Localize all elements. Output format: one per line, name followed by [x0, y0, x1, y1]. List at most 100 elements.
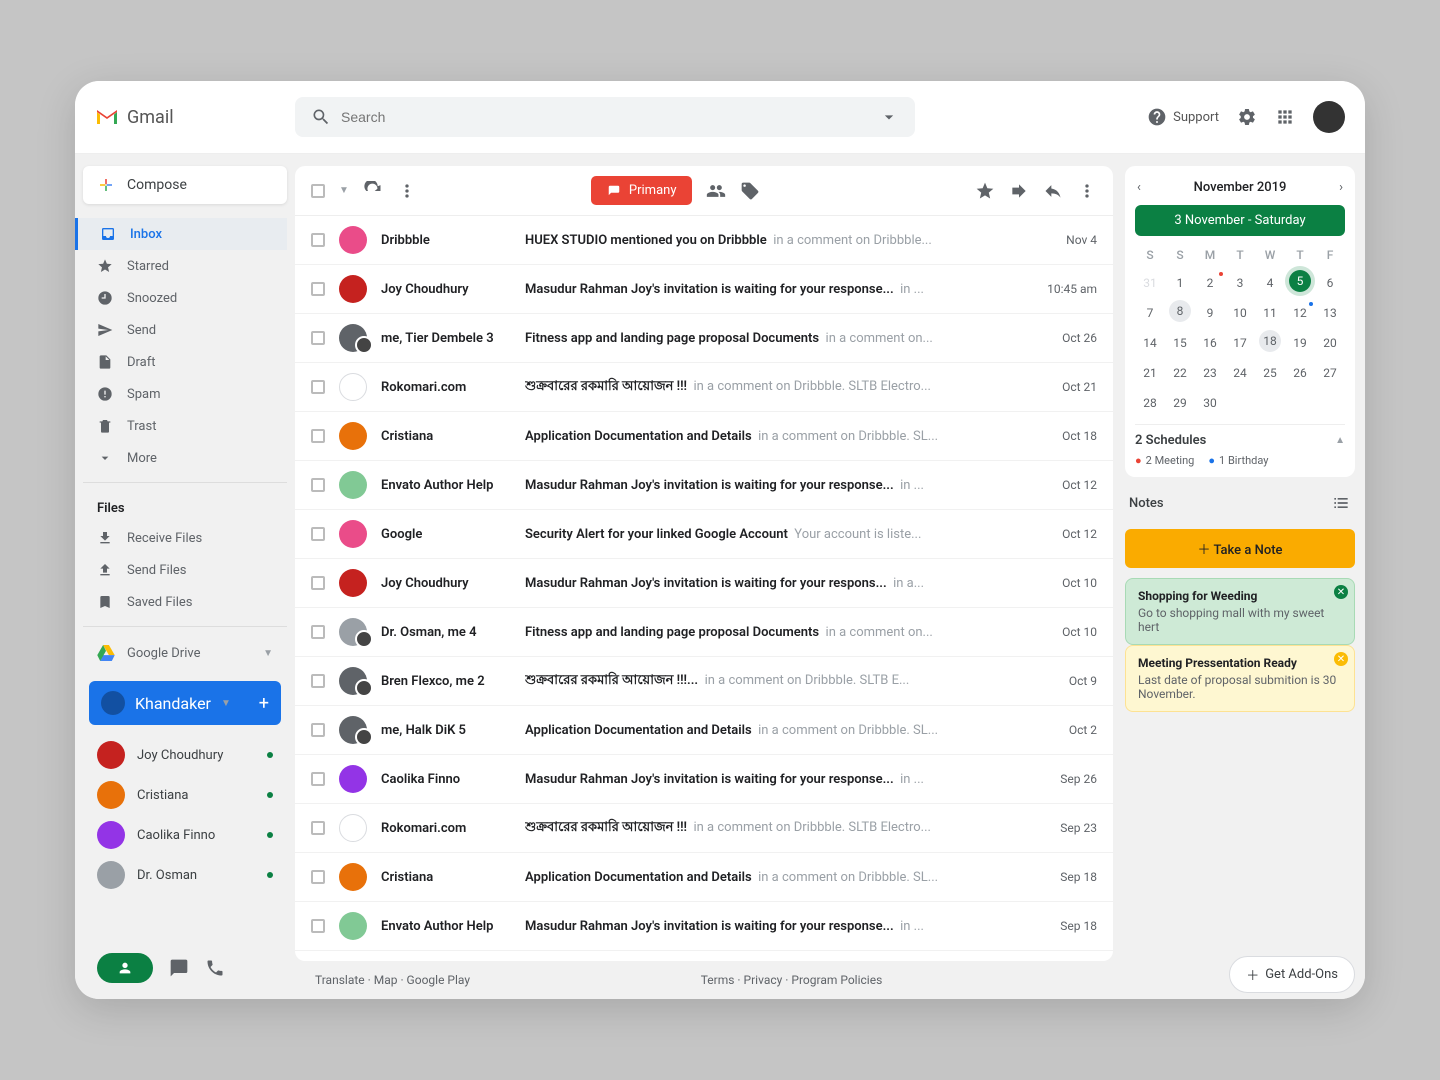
email-row[interactable]: Envato Author HelpMasudur Rahman Joy's i… — [295, 461, 1113, 510]
cal-day[interactable]: 9 — [1195, 300, 1225, 326]
cal-day[interactable]: 19 — [1285, 330, 1315, 356]
row-checkbox[interactable] — [311, 821, 325, 835]
select-dropdown[interactable]: ▼ — [339, 185, 349, 196]
cal-day[interactable]: 31 — [1135, 270, 1165, 296]
email-row[interactable]: Dr. Osman, me 4Fitness app and landing p… — [295, 608, 1113, 657]
contact-item[interactable]: Joy Choudhury — [83, 735, 287, 775]
search-bar[interactable] — [295, 97, 915, 137]
row-checkbox[interactable] — [311, 282, 325, 296]
cal-day[interactable]: 23 — [1195, 360, 1225, 386]
cal-day[interactable]: 29 — [1165, 390, 1195, 416]
cal-day[interactable]: 12 — [1285, 300, 1315, 326]
email-row[interactable]: me, Halk DiK 5Application Documentation … — [295, 706, 1113, 755]
chevron-up-icon[interactable]: ▲ — [1335, 435, 1345, 446]
row-checkbox[interactable] — [311, 527, 325, 541]
social-icon[interactable] — [706, 181, 726, 201]
cal-day[interactable]: 6 — [1315, 270, 1345, 296]
sidebar-item-more[interactable]: More — [75, 442, 287, 474]
cal-day[interactable]: 11 — [1255, 300, 1285, 326]
cal-day[interactable]: 15 — [1165, 330, 1195, 356]
row-checkbox[interactable] — [311, 625, 325, 639]
email-row[interactable]: Rokomari.comশুক্রবারের রকমারি আয়োজন !!!… — [295, 804, 1113, 853]
take-note-button[interactable]: ＋ Take a Note — [1125, 529, 1355, 568]
cal-day[interactable]: 16 — [1195, 330, 1225, 356]
cal-day[interactable]: 24 — [1225, 360, 1255, 386]
account-chip[interactable]: Khandaker ▼ + — [89, 681, 281, 725]
schedule-item[interactable]: 2 Meeting — [1135, 454, 1194, 467]
forward-icon[interactable] — [1009, 181, 1029, 201]
email-row[interactable]: Bren Flexco, me 2শুক্রবারের রকমারি আয়োজ… — [295, 657, 1113, 706]
cal-day[interactable]: 10 — [1225, 300, 1255, 326]
files-item-saved-files[interactable]: Saved Files — [75, 586, 287, 618]
close-icon[interactable]: ✕ — [1334, 585, 1348, 599]
cal-prev[interactable]: ‹ — [1137, 180, 1141, 195]
sidebar-item-spam[interactable]: Spam — [75, 378, 287, 410]
cal-day[interactable]: 21 — [1135, 360, 1165, 386]
search-input[interactable] — [341, 109, 879, 125]
cal-day[interactable]: 8 — [1169, 300, 1191, 322]
cal-next[interactable]: › — [1339, 180, 1343, 195]
more-vert-icon[interactable] — [1077, 181, 1097, 201]
contact-item[interactable]: Cristiana — [83, 775, 287, 815]
email-row[interactable]: GoogleSecurity Alert for your linked Goo… — [295, 951, 1113, 961]
cal-day[interactable]: 17 — [1225, 330, 1255, 356]
email-row[interactable]: me, Tier Dembele 3Fitness app and landin… — [295, 314, 1113, 363]
dropdown-icon[interactable] — [879, 107, 899, 127]
sidebar-item-snoozed[interactable]: Snoozed — [75, 282, 287, 314]
cal-day[interactable]: 7 — [1135, 300, 1165, 326]
row-checkbox[interactable] — [311, 919, 325, 933]
primary-tab[interactable]: Primany — [591, 176, 693, 205]
note-card[interactable]: ✕Meeting Pressentation ReadyLast date of… — [1125, 645, 1355, 712]
row-checkbox[interactable] — [311, 723, 325, 737]
cal-day[interactable]: 28 — [1135, 390, 1165, 416]
row-checkbox[interactable] — [311, 380, 325, 394]
row-checkbox[interactable] — [311, 870, 325, 884]
support-link[interactable]: Support — [1147, 107, 1219, 127]
add-account-icon[interactable]: + — [259, 693, 269, 714]
logo[interactable]: Gmail — [95, 107, 295, 128]
cal-day[interactable]: 14 — [1135, 330, 1165, 356]
list-icon[interactable] — [1331, 493, 1351, 513]
cal-day[interactable]: 5 — [1289, 270, 1311, 292]
chat-icon[interactable] — [169, 958, 189, 978]
row-checkbox[interactable] — [311, 576, 325, 590]
footer-left[interactable]: Translate · Map · Google Play — [315, 973, 470, 987]
sidebar-item-starred[interactable]: Starred — [75, 250, 287, 282]
email-row[interactable]: Envato Author HelpMasudur Rahman Joy's i… — [295, 902, 1113, 951]
email-row[interactable]: Caolika FinnoMasudur Rahman Joy's invita… — [295, 755, 1113, 804]
sidebar-item-draft[interactable]: Draft — [75, 346, 287, 378]
cal-day[interactable]: 13 — [1315, 300, 1345, 326]
cal-day[interactable]: 4 — [1255, 270, 1285, 296]
row-checkbox[interactable] — [311, 429, 325, 443]
promotions-icon[interactable] — [740, 181, 760, 201]
files-item-send-files[interactable]: Send Files — [75, 554, 287, 586]
cal-day[interactable]: 1 — [1165, 270, 1195, 296]
cal-day[interactable]: 20 — [1315, 330, 1345, 356]
row-checkbox[interactable] — [311, 233, 325, 247]
files-item-receive-files[interactable]: Receive Files — [75, 522, 287, 554]
cal-day[interactable]: 27 — [1315, 360, 1345, 386]
cal-day[interactable]: 25 — [1255, 360, 1285, 386]
phone-icon[interactable] — [205, 958, 225, 978]
row-checkbox[interactable] — [311, 478, 325, 492]
cal-day[interactable]: 30 — [1195, 390, 1225, 416]
email-row[interactable]: Rokomari.comশুক্রবারের রকমারি আয়োজন !!!… — [295, 363, 1113, 412]
refresh-icon[interactable] — [363, 181, 383, 201]
sidebar-item-inbox[interactable]: Inbox — [75, 218, 287, 250]
contact-item[interactable]: Caolika Finno — [83, 815, 287, 855]
email-row[interactable]: CristianaApplication Documentation and D… — [295, 412, 1113, 461]
row-checkbox[interactable] — [311, 674, 325, 688]
row-checkbox[interactable] — [311, 772, 325, 786]
get-addons-button[interactable]: ＋ Get Add-Ons — [1229, 956, 1355, 993]
email-row[interactable]: CristianaApplication Documentation and D… — [295, 853, 1113, 902]
cal-day[interactable]: 3 — [1225, 270, 1255, 296]
sidebar-item-trast[interactable]: Trast — [75, 410, 287, 442]
cal-day[interactable]: 18 — [1259, 330, 1281, 352]
footer-center[interactable]: Terms · Privacy · Program Policies — [701, 973, 883, 987]
star-icon[interactable] — [975, 181, 995, 201]
contacts-fab[interactable] — [97, 953, 153, 983]
email-row[interactable]: GoogleSecurity Alert for your linked Goo… — [295, 510, 1113, 559]
cal-day[interactable]: 26 — [1285, 360, 1315, 386]
account-avatar[interactable] — [1313, 101, 1345, 133]
compose-button[interactable]: Compose — [83, 166, 287, 204]
